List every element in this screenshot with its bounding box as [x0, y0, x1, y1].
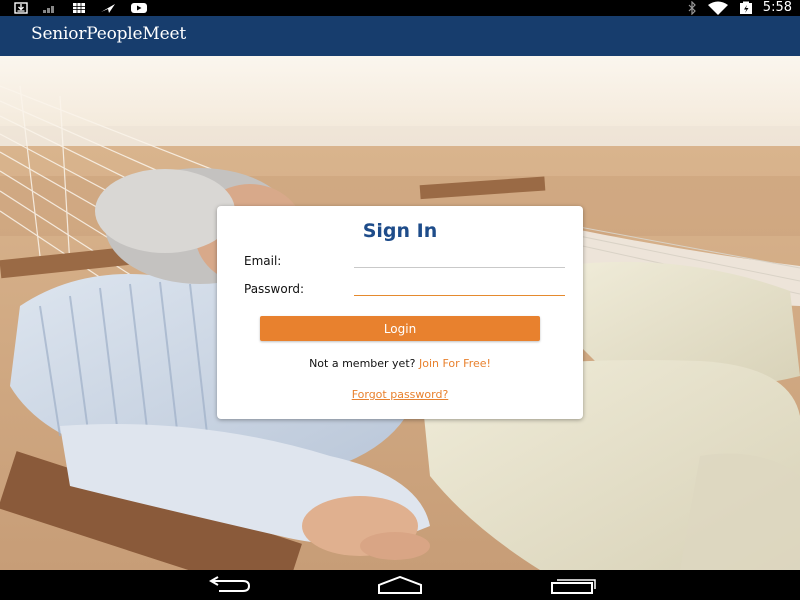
app-bar: SeniorPeopleMeet	[0, 16, 800, 56]
member-prompt-text: Not a member yet?	[309, 357, 416, 370]
email-field[interactable]	[354, 246, 565, 268]
send-icon	[101, 4, 115, 13]
email-label: Email:	[244, 254, 282, 268]
navigation-bar	[0, 570, 800, 600]
login-button[interactable]: Login	[260, 316, 540, 341]
signal-bars-icon	[43, 6, 54, 13]
recents-icon[interactable]	[549, 576, 597, 594]
password-field[interactable]	[354, 274, 565, 296]
password-label: Password:	[244, 282, 305, 296]
sign-in-card: Sign In Email: Password: Login Not a mem…	[217, 206, 583, 419]
app-title: SeniorPeopleMeet	[31, 24, 186, 44]
member-prompt-line: Not a member yet? Join For Free!	[217, 357, 583, 370]
bluetooth-icon	[688, 1, 696, 15]
back-icon[interactable]	[205, 576, 253, 594]
wifi-icon	[707, 1, 728, 15]
download-icon	[14, 2, 28, 14]
calendar-grid-icon	[73, 3, 85, 13]
sign-in-title: Sign In	[362, 220, 438, 242]
youtube-icon	[131, 3, 147, 13]
status-time: 5:58	[762, 0, 792, 15]
status-bar: 5:58	[0, 0, 800, 16]
status-right-icons: 5:58	[687, 1, 792, 15]
status-left-icons	[14, 2, 148, 14]
home-icon[interactable]	[376, 576, 424, 594]
join-for-free-link[interactable]: Join For Free!	[419, 357, 491, 370]
battery-icon	[739, 1, 752, 14]
forgot-password-link[interactable]: Forgot password?	[217, 388, 583, 401]
